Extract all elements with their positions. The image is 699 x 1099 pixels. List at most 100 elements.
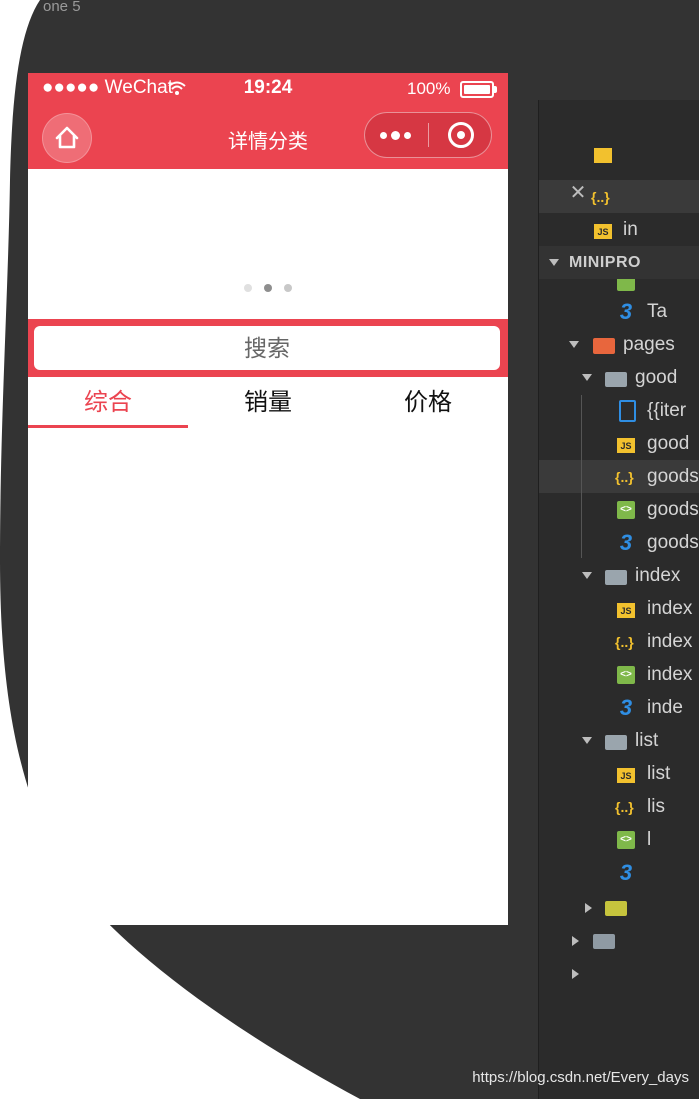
- tree-folder-pages[interactable]: pages: [539, 328, 699, 361]
- close-icon[interactable]: ✕: [569, 183, 587, 203]
- tree-indent-guide: [581, 395, 582, 558]
- js-file-icon: JS: [594, 224, 612, 239]
- tree-item-label: list: [635, 730, 659, 751]
- tree-row[interactable]: <> goods: [539, 493, 699, 526]
- json-file-icon: {..}: [615, 469, 634, 485]
- js-file-icon: [594, 148, 612, 163]
- chevron-down-icon: [582, 374, 592, 381]
- json-file-icon: {..}: [615, 634, 634, 650]
- tree-item-label: good: [647, 433, 690, 454]
- tab-active-underline: [28, 425, 188, 428]
- chevron-down-icon: [569, 341, 579, 348]
- tree-item-label: index: [647, 631, 693, 652]
- tree-item-label: lis: [647, 796, 665, 817]
- wxss-file-icon: 3: [619, 860, 633, 885]
- swiper-dot-active[interactable]: [264, 284, 272, 292]
- tab-label: 价格: [404, 389, 452, 416]
- tree-item-label: index: [635, 565, 681, 586]
- folder-open-icon: [605, 735, 627, 750]
- battery-percent: 100%: [407, 79, 451, 98]
- tree-row[interactable]: {..} index: [539, 625, 699, 658]
- tree-item-label: {{iter: [647, 400, 687, 421]
- tree-folder-collapsed[interactable]: [539, 890, 699, 923]
- tab-label: 综合: [84, 389, 132, 416]
- tree-section-header[interactable]: MINIPRO: [539, 246, 699, 279]
- json-file-icon: {..}: [591, 189, 610, 205]
- tree-item-label: goods: [647, 499, 699, 520]
- tree-row[interactable]: JS index: [539, 592, 699, 625]
- search-bar: [28, 319, 508, 377]
- wxss-file-icon: 3: [619, 530, 633, 555]
- js-file-icon: JS: [617, 603, 635, 618]
- corner-text: one 5: [43, 0, 81, 15]
- tree-item-label: good: [635, 367, 678, 388]
- tree-row[interactable]: <> l: [539, 823, 699, 856]
- folder-icon: [593, 934, 615, 949]
- wxss-file-icon: 3: [619, 299, 633, 324]
- banner-swiper[interactable]: [28, 169, 508, 319]
- tree-item-label: inde: [647, 697, 683, 718]
- folder-open-icon: [605, 372, 627, 387]
- tree-row[interactable]: JS list: [539, 757, 699, 790]
- tree-folder-collapsed[interactable]: [539, 923, 699, 956]
- status-bar: ●●●●● WeChat 19:24 100%: [28, 73, 508, 103]
- capsule-menu: [364, 112, 492, 158]
- tree-item-label: Ta: [647, 301, 668, 322]
- battery-icon: [460, 81, 497, 98]
- json-file-icon: {..}: [615, 799, 634, 815]
- js-file-icon: JS: [617, 438, 635, 453]
- more-button[interactable]: [365, 113, 428, 157]
- tree-item-label: index: [647, 598, 693, 619]
- wxml-file-icon: [617, 279, 635, 291]
- tree-row[interactable]: 3: [539, 856, 699, 889]
- section-title: MINIPRO: [569, 254, 641, 271]
- tree-item-label: goods: [647, 466, 699, 487]
- tree-folder-collapsed[interactable]: [539, 956, 699, 989]
- chevron-down-icon: [582, 737, 592, 744]
- js-file-icon: JS: [617, 768, 635, 783]
- tab-price[interactable]: 价格: [348, 377, 508, 429]
- tree-row[interactable]: 3 goods: [539, 526, 699, 559]
- tree-row[interactable]: <> index: [539, 658, 699, 691]
- tree-item-label: pages: [623, 334, 675, 355]
- tree-folder-list[interactable]: list: [539, 724, 699, 757]
- folder-icon: [593, 338, 615, 354]
- search-input[interactable]: [34, 326, 500, 370]
- tree-row[interactable]: 3 Ta: [539, 295, 699, 328]
- tree-item-label: goods: [647, 532, 699, 553]
- tree-folder-index[interactable]: index: [539, 559, 699, 592]
- chevron-down-icon: [582, 572, 592, 579]
- folder-icon: [605, 901, 627, 916]
- open-editor-tab[interactable]: ✕ {..}: [539, 180, 699, 213]
- close-miniprogram-button[interactable]: [428, 113, 491, 157]
- wxml-file-icon: <>: [617, 666, 635, 684]
- swiper-dot[interactable]: [244, 284, 252, 292]
- tree-item-label: index: [647, 664, 693, 685]
- tree-item-label: list: [647, 763, 671, 784]
- tree-row[interactable]: {{iter: [539, 394, 699, 427]
- chevron-right-icon: [572, 936, 579, 946]
- sort-tabs: 综合 销量 价格: [28, 377, 508, 429]
- tree-row-selected[interactable]: {..} goods: [539, 460, 699, 493]
- tab-label: 销量: [244, 389, 292, 416]
- chevron-down-icon: [549, 259, 559, 266]
- swiper-dot[interactable]: [284, 284, 292, 292]
- tree-row[interactable]: JS in: [539, 213, 699, 246]
- tree-folder-goods[interactable]: good: [539, 361, 699, 394]
- tree-row[interactable]: JS good: [539, 427, 699, 460]
- wxml-file-icon: <>: [617, 831, 635, 849]
- tree-item-label: l: [647, 829, 652, 850]
- file-icon: [619, 400, 636, 422]
- watermark: https://blog.csdn.net/Every_days: [472, 1069, 689, 1086]
- tree-item-label: in: [623, 219, 638, 240]
- tree-row-partial[interactable]: [539, 148, 699, 181]
- tree-row[interactable]: 3 inde: [539, 691, 699, 724]
- wxss-file-icon: 3: [619, 695, 633, 720]
- wxml-file-icon: <>: [617, 501, 635, 519]
- tab-comprehensive[interactable]: 综合: [28, 377, 188, 429]
- folder-open-icon: [605, 570, 627, 585]
- tree-row[interactable]: {..} lis: [539, 790, 699, 823]
- tab-sales[interactable]: 销量: [188, 377, 348, 429]
- chevron-right-icon: [572, 969, 579, 979]
- ide-file-tree: ✕ {..} JS in MINIPRO 3 Ta pages good {{i…: [538, 100, 699, 1099]
